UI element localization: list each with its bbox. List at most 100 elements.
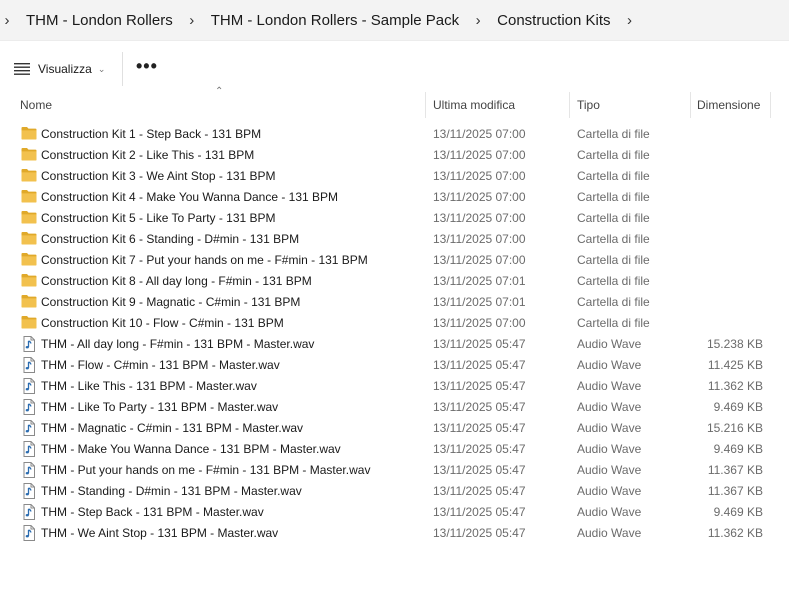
file-modified-date: 13/11/2025 05:47 — [433, 463, 526, 477]
file-row[interactable]: Construction Kit 10 - Flow - C#min - 131… — [0, 312, 789, 333]
file-row[interactable]: THM - Make You Wanna Dance - 131 BPM - M… — [0, 438, 789, 459]
file-modified-date: 13/11/2025 07:00 — [433, 253, 526, 267]
file-name: THM - Make You Wanna Dance - 131 BPM - M… — [41, 442, 341, 456]
file-size: 11.362 KB — [707, 379, 763, 393]
file-type: Cartella di file — [577, 211, 650, 225]
file-modified-date: 13/11/2025 05:47 — [433, 400, 526, 414]
column-divider[interactable] — [425, 92, 426, 118]
file-row[interactable]: Construction Kit 5 - Like To Party - 131… — [0, 207, 789, 228]
file-row[interactable]: THM - Standing - D#min - 131 BPM - Maste… — [0, 480, 789, 501]
chevron-right-icon[interactable]: › — [471, 12, 485, 29]
column-divider[interactable] — [770, 92, 771, 118]
file-modified-date: 13/11/2025 07:00 — [433, 169, 526, 183]
file-row[interactable]: THM - Like This - 131 BPM - Master.wav 13… — [0, 375, 789, 396]
file-row[interactable]: Construction Kit 4 - Make You Wanna Danc… — [0, 186, 789, 207]
file-type: Audio Wave — [577, 358, 642, 372]
file-row[interactable]: Construction Kit 3 - We Aint Stop - 131 … — [0, 165, 789, 186]
file-type: Cartella di file — [577, 316, 650, 330]
file-type: Audio Wave — [577, 400, 642, 414]
file-name: THM - Like This - 131 BPM - Master.wav — [41, 379, 257, 393]
column-divider[interactable] — [569, 92, 570, 118]
chevron-right-icon[interactable]: › — [0, 12, 14, 29]
folder-icon — [21, 315, 37, 329]
file-modified-date: 13/11/2025 05:47 — [433, 421, 526, 435]
file-type: Cartella di file — [577, 127, 650, 141]
file-name: Construction Kit 8 - All day long - F#mi… — [41, 274, 312, 288]
audio-file-icon — [21, 441, 37, 457]
file-type: Cartella di file — [577, 295, 650, 309]
file-name: THM - Put your hands on me - F#min - 131… — [41, 463, 371, 477]
file-size: 9.469 KB — [713, 505, 763, 519]
column-header-name[interactable]: Nome — [20, 98, 52, 112]
file-type: Audio Wave — [577, 526, 642, 540]
sort-ascending-icon: ⌃ — [215, 86, 224, 97]
file-row[interactable]: THM - Put your hands on me - F#min - 131… — [0, 459, 789, 480]
chevron-right-icon[interactable]: › — [185, 12, 199, 29]
file-name: Construction Kit 7 - Put your hands on m… — [41, 253, 368, 267]
breadcrumb: › THM - London Rollers › THM - London Ro… — [0, 0, 637, 40]
file-name: THM - Flow - C#min - 131 BPM - Master.wa… — [41, 358, 280, 372]
file-modified-date: 13/11/2025 05:47 — [433, 379, 526, 393]
file-type: Audio Wave — [577, 337, 642, 351]
file-size: 11.425 KB — [707, 358, 763, 372]
view-button[interactable]: Visualizza ⌄ — [14, 59, 105, 79]
file-modified-date: 13/11/2025 07:00 — [433, 148, 526, 162]
file-modified-date: 13/11/2025 07:01 — [433, 295, 526, 309]
file-modified-date: 13/11/2025 07:00 — [433, 190, 526, 204]
file-row[interactable]: THM - Magnatic - C#min - 131 BPM - Maste… — [0, 417, 789, 438]
folder-icon — [21, 126, 37, 140]
audio-file-icon — [21, 378, 37, 394]
file-row[interactable]: Construction Kit 2 - Like This - 131 BPM… — [0, 144, 789, 165]
folder-icon — [21, 231, 37, 245]
column-header-type[interactable]: Tipo — [577, 98, 600, 112]
file-row[interactable]: THM - Step Back - 131 BPM - Master.wav 13… — [0, 501, 789, 522]
breadcrumb-item[interactable]: Construction Kits — [485, 12, 622, 29]
file-name: Construction Kit 2 - Like This - 131 BPM — [41, 148, 255, 162]
file-name: THM - Standing - D#min - 131 BPM - Maste… — [41, 484, 302, 498]
column-header-size[interactable]: Dimensione — [697, 98, 760, 112]
breadcrumb-item[interactable]: THM - London Rollers — [14, 12, 185, 29]
file-row[interactable]: THM - Like To Party - 131 BPM - Master.w… — [0, 396, 789, 417]
file-name: THM - All day long - F#min - 131 BPM - M… — [41, 337, 315, 351]
file-name: Construction Kit 5 - Like To Party - 131… — [41, 211, 276, 225]
file-name: Construction Kit 3 - We Aint Stop - 131 … — [41, 169, 276, 183]
file-row[interactable]: Construction Kit 8 - All day long - F#mi… — [0, 270, 789, 291]
file-size: 15.238 KB — [706, 337, 763, 351]
file-modified-date: 13/11/2025 07:00 — [433, 127, 526, 141]
audio-file-icon — [21, 462, 37, 478]
file-row[interactable]: THM - We Aint Stop - 131 BPM - Master.wa… — [0, 522, 789, 543]
audio-file-icon — [21, 357, 37, 373]
column-header-modified[interactable]: Ultima modifica — [433, 98, 515, 112]
file-type: Cartella di file — [577, 253, 650, 267]
file-name: THM - Step Back - 131 BPM - Master.wav — [41, 505, 264, 519]
file-size: 15.216 KB — [706, 421, 763, 435]
file-row[interactable]: THM - All day long - F#min - 131 BPM - M… — [0, 333, 789, 354]
more-options-button[interactable]: ••• — [136, 56, 158, 77]
file-name: THM - We Aint Stop - 131 BPM - Master.wa… — [41, 526, 279, 540]
file-row[interactable]: Construction Kit 6 - Standing - D#min - … — [0, 228, 789, 249]
file-type: Cartella di file — [577, 232, 650, 246]
breadcrumb-item[interactable]: THM - London Rollers - Sample Pack — [199, 12, 471, 29]
command-bar: Visualizza ⌄ ••• — [0, 44, 789, 94]
file-row[interactable]: THM - Flow - C#min - 131 BPM - Master.wa… — [0, 354, 789, 375]
file-name: Construction Kit 1 - Step Back - 131 BPM — [41, 127, 262, 141]
toolbar-divider — [122, 52, 123, 86]
folder-icon — [21, 252, 37, 266]
chevron-right-icon[interactable]: › — [623, 12, 637, 29]
folder-icon — [21, 273, 37, 287]
chevron-down-icon: ⌄ — [97, 63, 106, 74]
file-type: Cartella di file — [577, 274, 650, 288]
view-list-icon — [14, 63, 30, 75]
folder-icon — [21, 294, 37, 308]
file-type: Audio Wave — [577, 463, 642, 477]
address-bar[interactable]: › THM - London Rollers › THM - London Ro… — [0, 0, 789, 41]
file-row[interactable]: Construction Kit 9 - Magnatic - C#min - … — [0, 291, 789, 312]
file-row[interactable]: Construction Kit 1 - Step Back - 131 BPM… — [0, 123, 789, 144]
file-size: 9.469 KB — [713, 442, 763, 456]
audio-file-icon — [21, 420, 37, 436]
file-type: Audio Wave — [577, 442, 642, 456]
column-divider[interactable] — [690, 92, 691, 118]
file-modified-date: 13/11/2025 07:00 — [433, 232, 526, 246]
file-row[interactable]: Construction Kit 7 - Put your hands on m… — [0, 249, 789, 270]
file-modified-date: 13/11/2025 07:00 — [433, 211, 526, 225]
